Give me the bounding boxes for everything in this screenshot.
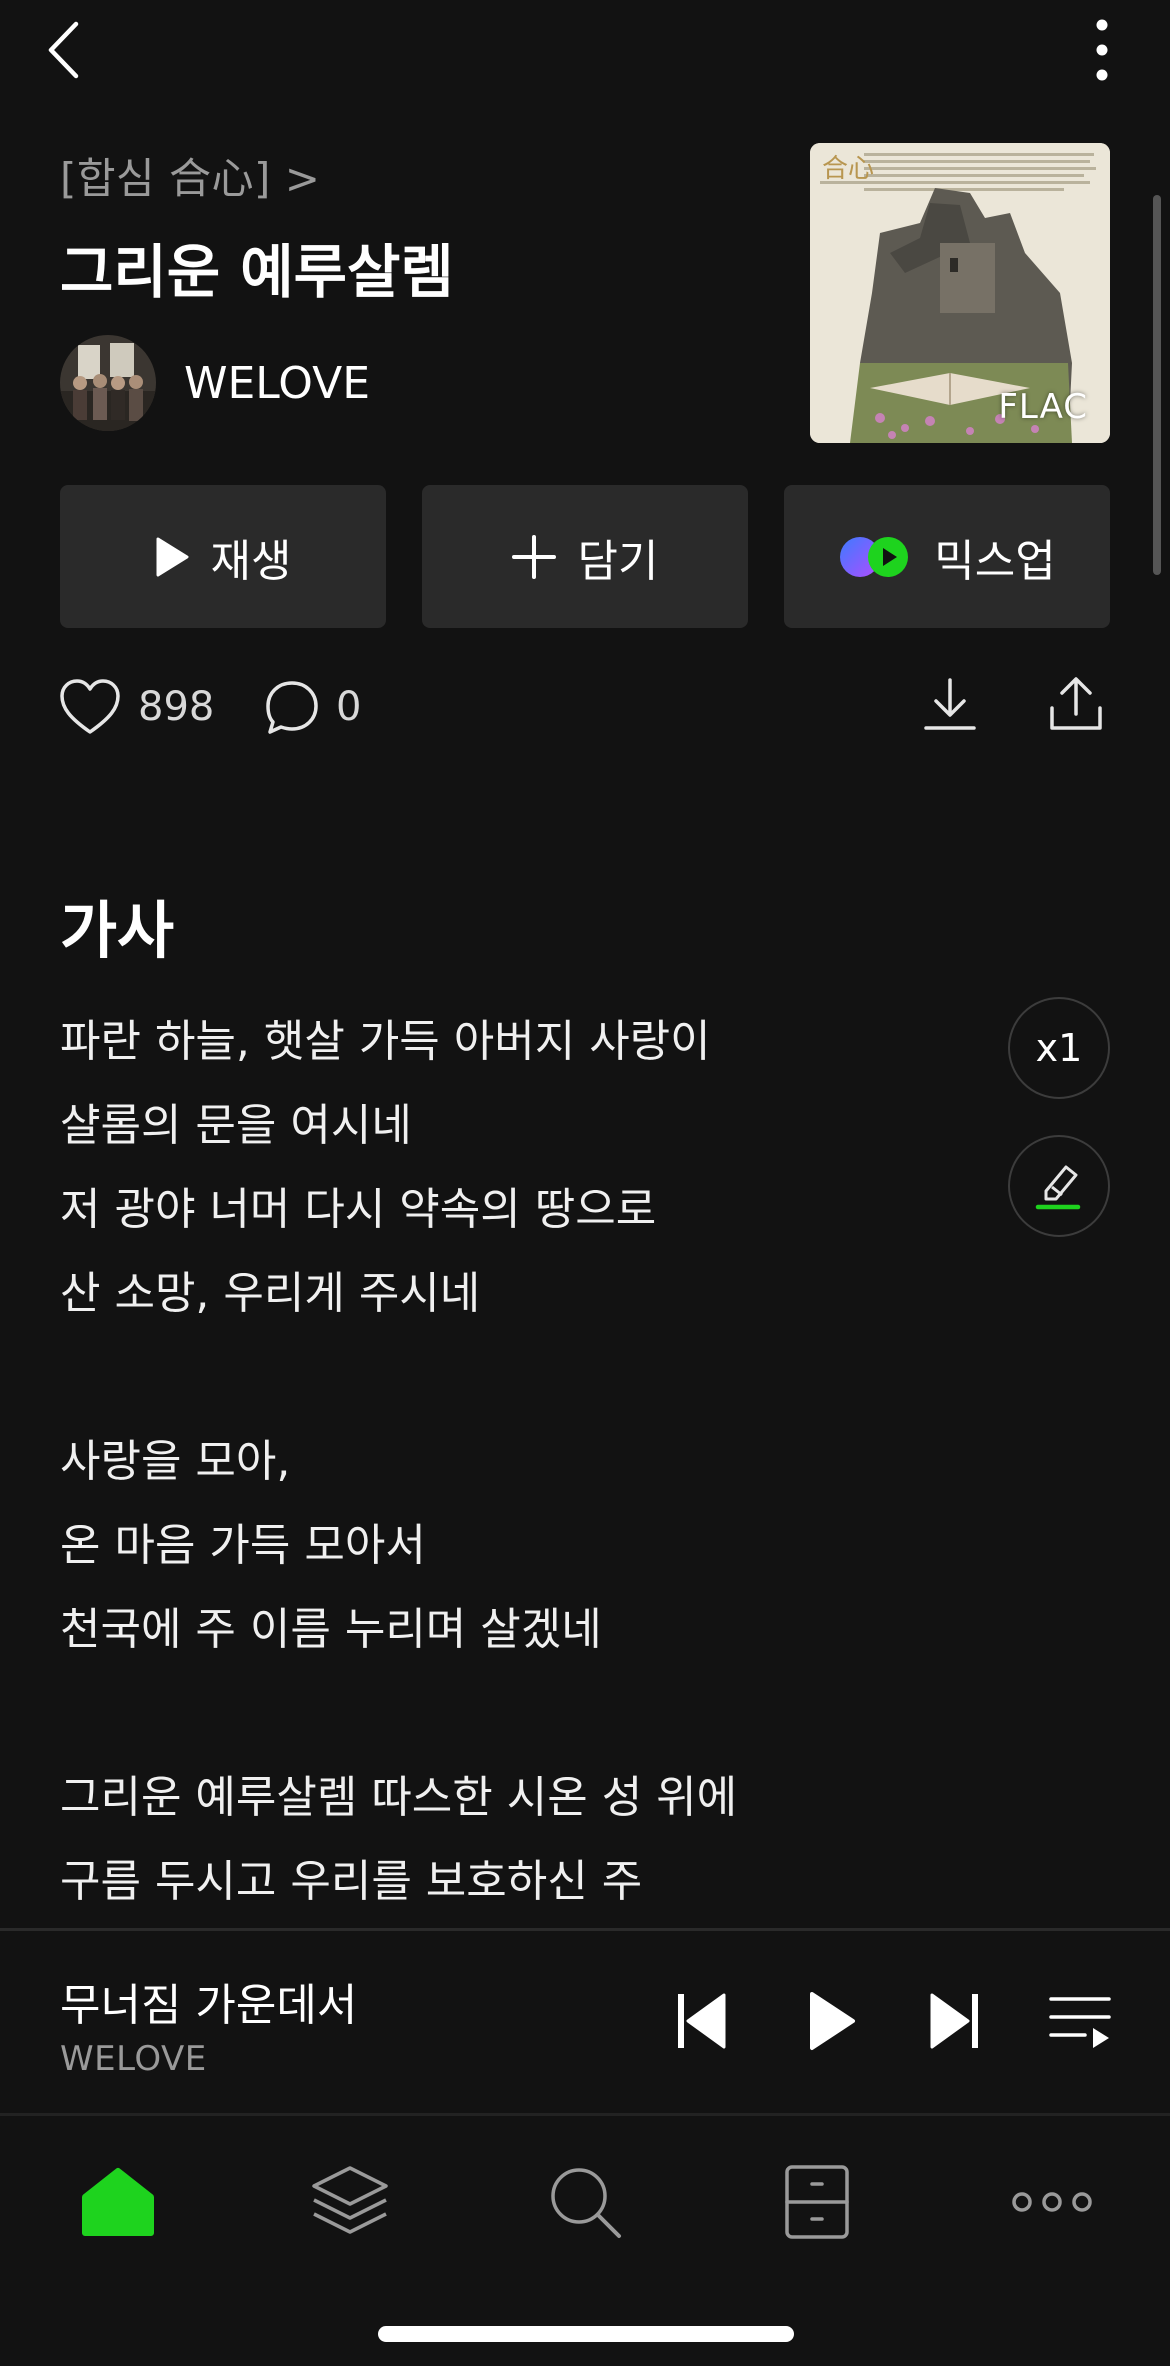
lyric-spacer (60, 1336, 960, 1420)
speed-label: x1 (1035, 1026, 1083, 1070)
lyric-line: 저 광야 너머 다시 약속의 땅으로 (60, 1184, 657, 1235)
add-button[interactable]: 담기 (422, 485, 748, 628)
comment-icon (266, 681, 318, 734)
artist-name[interactable]: WELOVE (184, 358, 370, 409)
lyric-line: 그리운 예루살렘 따스한 시온 성 위에 (60, 1772, 738, 1823)
lyric-line: 구름 두시고 우리를 보호하신 주 (60, 1856, 643, 1907)
lyric-line: 산 소망, 우리게 주시네 (60, 1268, 481, 1319)
play-button[interactable]: 재생 (60, 485, 386, 628)
plus-icon (511, 534, 556, 579)
lyric-spacer (60, 1672, 960, 1756)
like-count: 898 (138, 684, 215, 730)
lyrics-heading: 가사 (60, 894, 175, 967)
comment-count: 0 (336, 684, 362, 730)
flac-badge: FLAC (998, 387, 1088, 427)
mini-play-button[interactable] (800, 1987, 864, 2055)
album-art[interactable]: 合心 FLAC (810, 143, 1110, 443)
layers-icon (312, 2166, 388, 2234)
play-icon (810, 1992, 855, 2050)
artist-avatar (60, 335, 156, 431)
mixup-button[interactable]: 믹스업 (784, 485, 1110, 628)
playlist-icon (1049, 1997, 1111, 2048)
search-icon (551, 2168, 621, 2238)
lyrics-speed-button[interactable]: x1 (1008, 997, 1110, 1099)
mini-player-title[interactable]: 무너짐 가운데서 (60, 1969, 357, 2033)
song-title: 그리운 예루살렘 (60, 238, 454, 306)
lyric-line: 온 마음 가득 모아서 (60, 1520, 426, 1571)
comment-button[interactable]: 0 (264, 670, 361, 744)
mixup-icon (840, 536, 909, 577)
home-indicator[interactable] (378, 2326, 794, 2342)
lyric-line: 천국에 주 이름 누리며 살겠네 (60, 1604, 602, 1655)
mixup-label: 믹스업 (934, 535, 1056, 587)
nav-library[interactable] (304, 2157, 396, 2247)
lyric-line: 파란 하늘, 햇살 가득 아버지 사랑이 (60, 1016, 711, 1067)
skip-previous-icon (678, 1993, 726, 2049)
nav-search[interactable] (540, 2157, 630, 2247)
playlist-button[interactable] (1048, 1991, 1112, 2053)
chevron-left-icon (48, 21, 79, 79)
more-icon (1012, 2192, 1092, 2212)
add-label: 담기 (577, 535, 659, 587)
nav-home[interactable] (72, 2157, 164, 2247)
share-button[interactable] (1044, 672, 1108, 736)
highlight-button[interactable] (1008, 1135, 1110, 1237)
download-button[interactable] (918, 672, 982, 736)
home-icon (82, 2168, 154, 2236)
album-link[interactable]: [합심 合心] > (60, 145, 320, 206)
highlighter-icon (1035, 1165, 1081, 1210)
nav-locker[interactable] (772, 2155, 862, 2249)
share-icon (1050, 677, 1102, 730)
play-label: 재생 (210, 535, 292, 587)
artist-row[interactable]: WELOVE (60, 335, 370, 431)
more-options-button[interactable] (1080, 14, 1124, 86)
mini-player[interactable]: 무너짐 가운데서 WELOVE (0, 1928, 1170, 2116)
lyric-line: 사랑을 모아, (60, 1436, 291, 1487)
vertical-dots-icon (1096, 19, 1108, 81)
nav-more[interactable] (1006, 2167, 1098, 2237)
skip-next-icon (930, 1993, 978, 2049)
locker-icon (785, 2165, 849, 2239)
previous-button[interactable] (672, 1989, 732, 2053)
like-button[interactable]: 898 (58, 670, 214, 744)
lyrics-body[interactable]: 파란 하늘, 햇살 가득 아버지 사랑이 샬롬의 문을 여시네 저 광야 너머 … (60, 1000, 960, 1930)
mini-player-artist: WELOVE (60, 2039, 207, 2079)
play-icon (156, 537, 189, 576)
scrollbar[interactable] (1153, 195, 1161, 575)
back-button[interactable] (38, 18, 88, 82)
next-button[interactable] (924, 1989, 984, 2053)
album-art-caption: 合心 (822, 154, 874, 184)
heart-icon (60, 679, 120, 734)
download-icon (924, 678, 976, 730)
lyric-line: 샬롬의 문을 여시네 (60, 1100, 412, 1151)
